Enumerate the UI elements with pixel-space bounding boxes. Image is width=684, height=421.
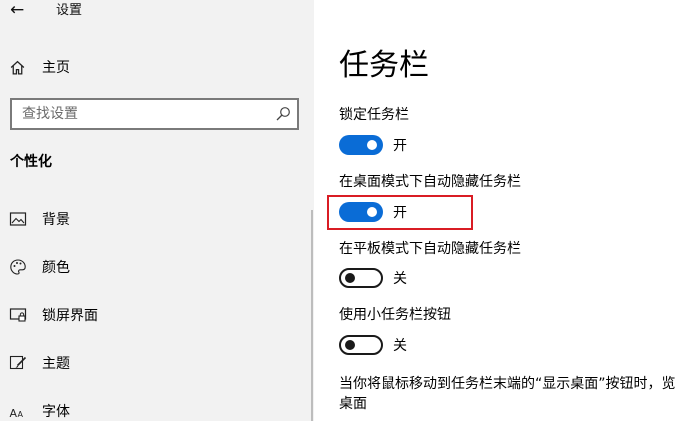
nav-scrollbar[interactable] xyxy=(311,210,313,421)
toggle-lock-taskbar[interactable]: 开 xyxy=(339,134,407,156)
toggle-autohide-tablet[interactable]: 关 xyxy=(339,267,407,289)
home-icon xyxy=(10,60,25,75)
toggle-knob xyxy=(367,140,377,150)
toggle-small-buttons[interactable]: 关 xyxy=(339,334,407,356)
lock-screen-icon xyxy=(9,308,27,322)
back-button[interactable]: ← xyxy=(10,0,30,22)
sidebar-item-label: 主题 xyxy=(42,356,70,372)
palette-icon xyxy=(10,259,26,275)
setting-label: 在桌面模式下自动隐藏任务栏 xyxy=(339,174,521,190)
arrow-left-icon: ← xyxy=(10,0,25,20)
setting-label: 使用小任务栏按钮 xyxy=(339,307,451,323)
sidebar-item-themes[interactable]: 主题 xyxy=(9,351,70,375)
toggle-knob xyxy=(345,340,355,350)
search-icon[interactable] xyxy=(275,106,291,122)
toggle-switch[interactable] xyxy=(339,335,383,355)
sidebar-item-background[interactable]: 背景 xyxy=(9,207,70,231)
toggle-state: 开 xyxy=(393,138,407,154)
home-label: 主页 xyxy=(42,60,70,76)
search-box[interactable] xyxy=(10,98,299,130)
toggle-switch[interactable] xyxy=(339,135,383,155)
toggle-state: 关 xyxy=(393,338,407,354)
sidebar-item-label: 背景 xyxy=(42,212,70,228)
nav-item-home[interactable]: 主页 xyxy=(9,56,70,78)
page-title: 任务栏 xyxy=(339,48,429,83)
sidebar-item-label: 锁屏界面 xyxy=(42,308,98,324)
peek-description: 当你将鼠标移动到任务栏末端的“显示桌面”按钮时，览桌面 xyxy=(339,376,676,412)
nav-pane: ← 设置 主页 个性化 背景 颜色 xyxy=(0,0,314,421)
toggle-state: 关 xyxy=(393,271,407,287)
sidebar-item-fonts[interactable]: A A 字体 xyxy=(9,399,71,421)
sidebar-item-label: 颜色 xyxy=(42,260,70,276)
theme-brush-icon xyxy=(9,355,27,370)
search-input[interactable] xyxy=(22,100,262,128)
font-icon: A A xyxy=(10,407,24,420)
sidebar-item-colors[interactable]: 颜色 xyxy=(9,255,70,279)
toggle-switch[interactable] xyxy=(339,268,383,288)
picture-icon xyxy=(9,212,27,226)
svg-text:A: A xyxy=(10,407,18,420)
sidebar-item-label: 字体 xyxy=(42,404,70,420)
svg-text:A: A xyxy=(18,410,24,419)
highlight-box xyxy=(327,195,473,230)
setting-label: 在平板模式下自动隐藏任务栏 xyxy=(339,241,521,257)
section-title: 个性化 xyxy=(10,154,52,170)
setting-label: 锁定任务栏 xyxy=(339,107,409,123)
sidebar-item-lock-screen[interactable]: 锁屏界面 xyxy=(9,303,98,327)
app-title: 设置 xyxy=(56,3,83,18)
toggle-knob xyxy=(345,273,355,283)
